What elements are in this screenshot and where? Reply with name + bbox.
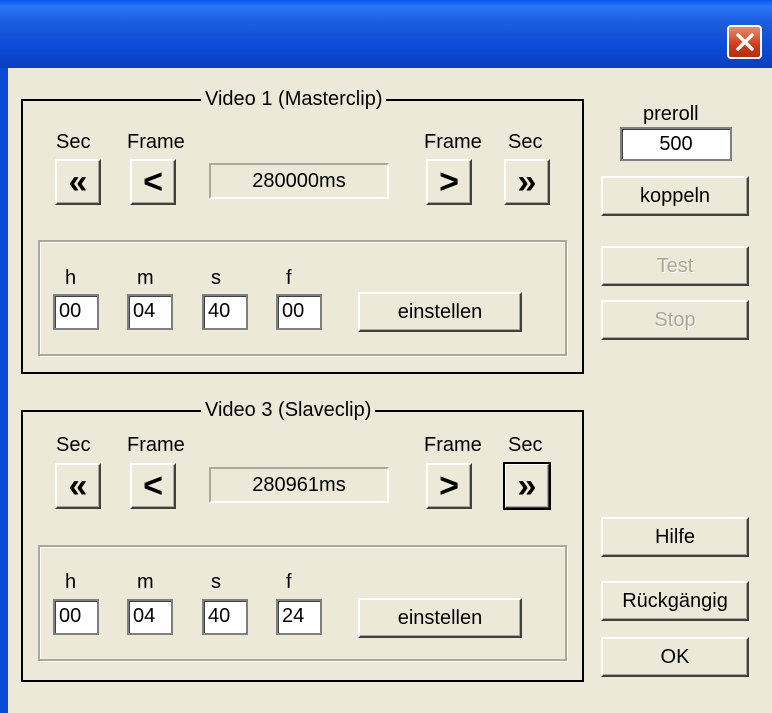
couple-button[interactable]: koppeln [601, 176, 749, 216]
video3-sec-left-label: Sec [56, 434, 91, 456]
video1-sec-back-button[interactable]: « [55, 159, 101, 205]
video3-f-label: f [286, 571, 292, 593]
video1-group-title: Video 1 (Masterclip) [201, 87, 387, 111]
video3-minutes-input[interactable]: 04 [127, 599, 173, 635]
video3-sec-forward-button[interactable]: » [503, 462, 551, 510]
video1-frame-right-label: Frame [424, 131, 482, 153]
video1-frame-back-button[interactable]: < [130, 159, 176, 205]
window-border [0, 68, 8, 713]
video3-seconds-input[interactable]: 40 [202, 599, 248, 635]
video1-sec-right-label: Sec [508, 131, 543, 153]
preroll-label: preroll [643, 103, 699, 125]
video3-set-button[interactable]: einstellen [358, 598, 522, 638]
video3-sec-right-label: Sec [508, 434, 543, 456]
title-bar [0, 0, 772, 68]
video3-sec-back-button[interactable]: « [55, 463, 101, 509]
ok-button[interactable]: OK [601, 637, 749, 677]
video1-minutes-input[interactable]: 04 [127, 294, 173, 330]
help-button[interactable]: Hilfe [601, 517, 749, 557]
undo-button[interactable]: Rückgängig [601, 581, 749, 621]
video1-frames-input[interactable]: 00 [276, 294, 322, 330]
video3-frame-right-label: Frame [424, 434, 482, 456]
video1-sec-left-label: Sec [56, 131, 91, 153]
video3-h-label: h [65, 571, 77, 593]
close-icon [735, 33, 754, 51]
close-button[interactable] [727, 25, 762, 59]
stop-button[interactable]: Stop [601, 300, 749, 340]
video1-set-button[interactable]: einstellen [358, 292, 522, 332]
video3-position-display: 280961ms [209, 467, 389, 503]
video1-h-label: h [65, 267, 77, 289]
video1-f-label: f [286, 267, 292, 289]
video3-frame-left-label: Frame [127, 434, 185, 456]
video1-hours-input[interactable]: 00 [53, 294, 99, 330]
video1-s-label: s [211, 267, 221, 289]
video1-seconds-input[interactable]: 40 [202, 294, 248, 330]
video1-sec-forward-button[interactable]: » [504, 159, 550, 205]
video3-hours-input[interactable]: 00 [53, 599, 99, 635]
video3-m-label: m [137, 571, 154, 593]
video1-m-label: m [137, 267, 154, 289]
video3-group-title: Video 3 (Slaveclip) [201, 398, 376, 422]
video3-frame-back-button[interactable]: < [130, 463, 176, 509]
video1-position-display: 280000ms [209, 163, 389, 199]
video3-s-label: s [211, 571, 221, 593]
test-button[interactable]: Test [601, 246, 749, 286]
video3-frames-input[interactable]: 24 [276, 599, 322, 635]
video1-frame-forward-button[interactable]: > [426, 159, 472, 205]
preroll-input[interactable]: 500 [620, 127, 732, 161]
video3-frame-forward-button[interactable]: > [426, 463, 472, 509]
video1-frame-left-label: Frame [127, 131, 185, 153]
